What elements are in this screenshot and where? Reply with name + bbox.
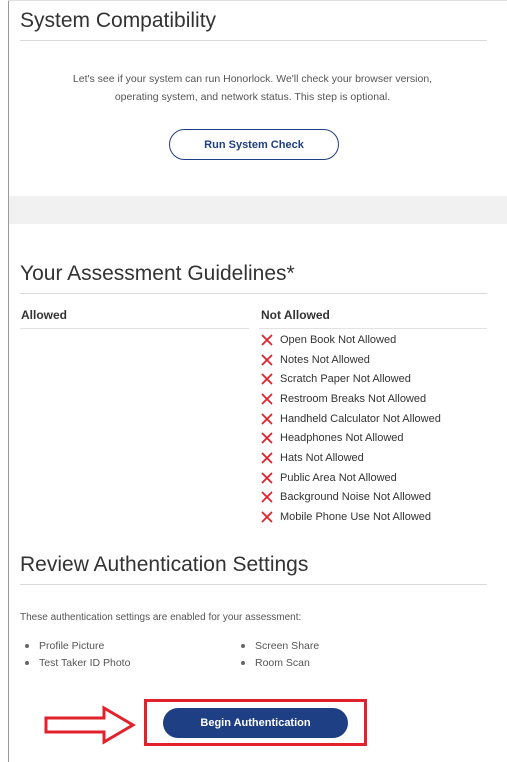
authentication-description: These authentication settings are enable…	[20, 612, 302, 623]
system-check-description-line: operating system, and network status. Th…	[114, 91, 391, 103]
section-divider	[20, 293, 487, 294]
not-allowed-item-label: Handheld Calculator Not Allowed	[280, 412, 441, 425]
begin-authentication-button[interactable]: Begin Authentication	[163, 708, 348, 738]
system-check-description-line: Let's see if your system can run Honorlo…	[72, 73, 433, 85]
section-divider	[20, 40, 487, 41]
red-x-icon	[261, 511, 273, 523]
not-allowed-item-label: Mobile Phone Use Not Allowed	[280, 511, 432, 524]
list-item: Public Area Not Allowed	[261, 468, 441, 488]
auth-setting-label: Profile Picture	[39, 639, 105, 652]
not-allowed-item-label: Headphones Not Allowed	[280, 432, 404, 445]
list-item: Profile Picture	[25, 637, 130, 654]
auth-setting-label: Test Taker ID Photo	[39, 656, 131, 669]
not-allowed-item-label: Hats Not Allowed	[280, 451, 364, 464]
list-item: Hats Not Allowed	[261, 448, 441, 468]
not-allowed-item-label: Notes Not Allowed	[280, 353, 370, 366]
assessment-guidelines-title: Your Assessment Guidelines*	[20, 262, 295, 285]
list-item: Screen Share	[241, 637, 319, 654]
red-x-icon	[261, 393, 273, 405]
list-item: Open Book Not Allowed	[261, 330, 441, 350]
system-compatibility-title: System Compatibility	[20, 9, 217, 32]
bullet-icon	[241, 660, 245, 665]
review-authentication-title: Review Authentication Settings	[20, 553, 309, 576]
bullet-icon	[241, 643, 245, 648]
not-allowed-item-label: Scratch Paper Not Allowed	[280, 373, 411, 386]
red-x-icon	[261, 373, 273, 385]
window-top-border	[8, 0, 507, 1]
section-divider	[20, 584, 487, 585]
list-item: Restroom Breaks Not Allowed	[261, 389, 441, 409]
allowed-column-divider	[20, 328, 249, 329]
window-left-border	[8, 0, 9, 762]
list-item: Notes Not Allowed	[261, 350, 441, 370]
list-item: Scratch Paper Not Allowed	[261, 369, 441, 389]
system-check-description: Let's see if your system can run Honorlo…	[20, 70, 485, 106]
auth-setting-label: Screen Share	[255, 639, 320, 652]
red-x-icon	[261, 472, 273, 484]
not-allowed-column-header: Not Allowed	[261, 308, 330, 322]
bullet-icon	[25, 660, 29, 665]
not-allowed-item-label: Public Area Not Allowed	[280, 471, 397, 484]
red-x-icon	[261, 432, 273, 444]
list-item: Background Noise Not Allowed	[261, 488, 441, 508]
list-item: Room Scan	[241, 654, 319, 671]
not-allowed-column-divider	[259, 328, 487, 329]
allowed-column-header: Allowed	[21, 308, 68, 322]
auth-setting-label: Room Scan	[255, 656, 310, 669]
list-item: Mobile Phone Use Not Allowed	[261, 507, 441, 527]
red-x-icon	[261, 452, 273, 464]
bullet-icon	[25, 643, 29, 648]
red-x-icon	[261, 491, 273, 503]
red-x-icon	[261, 354, 273, 365]
not-allowed-list: Open Book Not Allowed Notes Not Allowed …	[261, 330, 441, 527]
red-x-icon	[261, 413, 273, 424]
list-item: Headphones Not Allowed	[261, 428, 441, 448]
section-separator-band	[9, 196, 507, 224]
not-allowed-item-label: Open Book Not Allowed	[280, 333, 397, 346]
red-x-icon	[261, 334, 273, 346]
red-arrow-right-icon	[44, 705, 136, 745]
auth-settings-list-right: Screen Share Room Scan	[241, 637, 319, 671]
not-allowed-item-label: Background Noise Not Allowed	[280, 491, 432, 504]
list-item: Test Taker ID Photo	[25, 654, 130, 671]
auth-settings-list-left: Profile Picture Test Taker ID Photo	[25, 637, 130, 671]
list-item: Handheld Calculator Not Allowed	[261, 409, 441, 429]
not-allowed-item-label: Restroom Breaks Not Allowed	[280, 392, 427, 405]
run-system-check-button[interactable]: Run System Check	[169, 129, 339, 160]
